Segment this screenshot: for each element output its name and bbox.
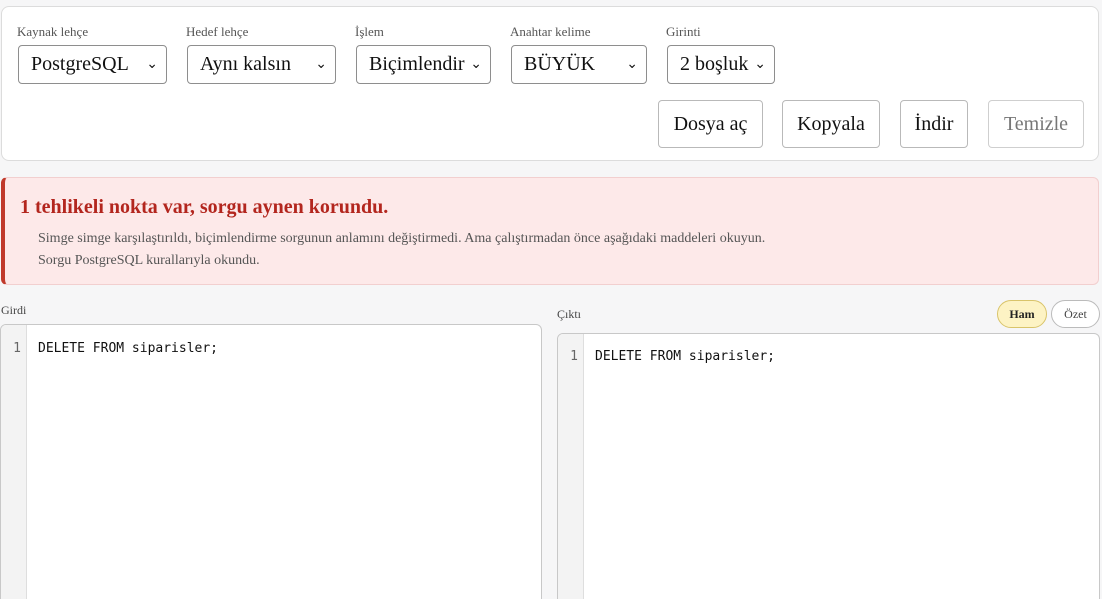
- chevron-down-icon: ⌄: [626, 56, 638, 72]
- operation-field: İşlem: [355, 24, 384, 40]
- chevron-down-icon: ⌄: [315, 56, 327, 72]
- target-dialect-label: Hedef lehçe: [186, 24, 249, 39]
- alert-dialect-note: Sorgu PostgreSQL kurallarıyla okundu.: [38, 253, 260, 268]
- summary-view-toggle[interactable]: Özet: [1051, 300, 1100, 328]
- download-button[interactable]: İndir: [900, 100, 968, 148]
- raw-view-toggle[interactable]: Ham: [997, 300, 1047, 328]
- operation-label: İşlem: [355, 24, 384, 39]
- source-dialect-value: PostgreSQL: [31, 53, 129, 75]
- input-editor[interactable]: 1 DELETE FROM siparisler;: [0, 324, 542, 599]
- output-pane-label: Çıktı: [557, 307, 582, 321]
- chevron-down-icon: ⌄: [754, 56, 766, 72]
- line-number: 1: [13, 341, 21, 356]
- keyword-case-field: Anahtar kelime: [510, 24, 591, 40]
- keyword-case-select[interactable]: BÜYÜK ⌄: [511, 45, 647, 84]
- source-dialect-field: Kaynak lehçe: [17, 24, 88, 40]
- input-pane-label: Girdi: [1, 303, 27, 317]
- toolbar: Kaynak lehçe PostgreSQL ⌄ Hedef lehçe Ay…: [1, 6, 1099, 161]
- operation-value: Biçimlendir: [369, 53, 465, 75]
- alert-message: Simge simge karşılaştırıldı, biçimlendir…: [38, 231, 766, 246]
- code-line: DELETE FROM siparisler;: [38, 341, 219, 356]
- input-gutter: [1, 325, 27, 599]
- source-dialect-select[interactable]: PostgreSQL ⌄: [18, 45, 167, 84]
- line-number: 1: [570, 349, 578, 364]
- copy-button[interactable]: Kopyala: [782, 100, 880, 148]
- output-gutter: [558, 334, 584, 599]
- target-dialect-field: Hedef lehçe: [186, 24, 248, 40]
- clear-button[interactable]: Temizle: [988, 100, 1084, 148]
- keyword-case-value: BÜYÜK: [524, 53, 596, 75]
- indent-field: Girinti: [666, 24, 701, 40]
- target-dialect-select[interactable]: Aynı kalsın ⌄: [187, 45, 336, 84]
- output-editor[interactable]: 1 DELETE FROM siparisler;: [557, 333, 1100, 599]
- code-line: DELETE FROM siparisler;: [595, 349, 776, 364]
- open-file-button[interactable]: Dosya aç: [658, 100, 763, 148]
- keyword-case-label: Anahtar kelime: [510, 24, 591, 39]
- chevron-down-icon: ⌄: [146, 56, 158, 72]
- indent-select[interactable]: 2 boşluk ⌄: [667, 45, 775, 84]
- warning-alert: 1 tehlikeli nokta var, sorgu aynen korun…: [1, 177, 1099, 285]
- source-dialect-label: Kaynak lehçe: [17, 24, 89, 39]
- chevron-down-icon: ⌄: [470, 56, 482, 72]
- indent-label: Girinti: [666, 24, 701, 39]
- indent-value: 2 boşluk: [680, 53, 749, 75]
- target-dialect-value: Aynı kalsın: [200, 53, 291, 75]
- alert-title: 1 tehlikeli nokta var, sorgu aynen korun…: [20, 196, 389, 218]
- operation-select[interactable]: Biçimlendir ⌄: [356, 45, 491, 84]
